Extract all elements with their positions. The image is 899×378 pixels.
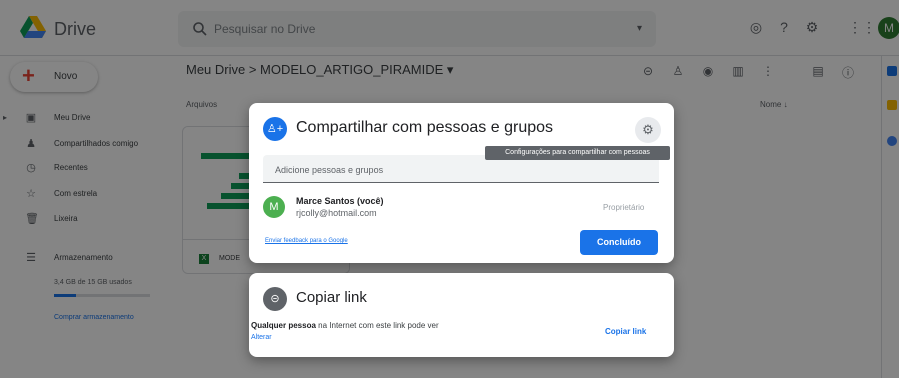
person-avatar: M xyxy=(263,196,285,218)
change-access-link[interactable]: Alterar xyxy=(251,334,272,341)
person-email: rjcolly@hotmail.com xyxy=(296,208,377,218)
link-access-rest: na Internet com este link pode ver xyxy=(315,321,439,330)
settings-tooltip: Configurações para compartilhar com pess… xyxy=(485,146,670,160)
done-button[interactable]: Concluído xyxy=(580,230,658,255)
copy-link-dialog: ⊝ Copiar link Qualquer pessoa na Interne… xyxy=(249,273,674,357)
person-name: Marce Santos (você) xyxy=(296,196,384,206)
add-person-icon: ♙+ xyxy=(263,117,287,141)
share-dialog: ♙+ Compartilhar com pessoas e grupos ⚙ A… xyxy=(249,103,674,263)
feedback-link[interactable]: Enviar feedback para o Google xyxy=(265,238,348,244)
person-role: Proprietário xyxy=(603,203,645,212)
add-people-placeholder: Adicione pessoas e grupos xyxy=(275,165,384,175)
copy-link-title: Copiar link xyxy=(296,289,367,306)
link-access-scope: Qualquer pessoa xyxy=(251,321,316,330)
link-access-description: Qualquer pessoa na Internet com este lin… xyxy=(251,321,439,330)
share-settings-gear-icon[interactable]: ⚙ xyxy=(635,117,661,143)
share-dialog-title: Compartilhar com pessoas e grupos xyxy=(296,119,554,136)
copy-link-button[interactable]: Copiar link xyxy=(605,327,646,336)
link-icon: ⊝ xyxy=(263,287,287,311)
